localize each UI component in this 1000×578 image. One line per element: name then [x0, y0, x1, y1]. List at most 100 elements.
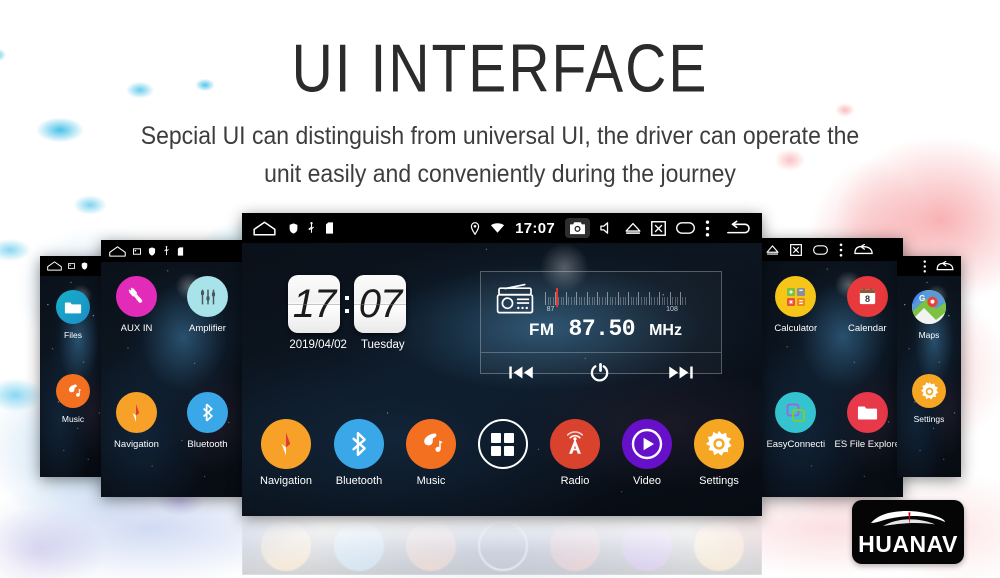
- app-label: Calculator: [774, 323, 818, 334]
- app-maps[interactable]: G Maps: [912, 290, 946, 340]
- page-title: UI INTERFACE: [291, 31, 709, 107]
- app-grid-near-left: AUX IN Amplifier Navigation Bluetooth: [101, 276, 243, 450]
- radio-band: FM: [529, 320, 555, 339]
- app-label: Files: [64, 330, 82, 340]
- gear-icon: [912, 374, 946, 408]
- app-label: Bluetooth: [335, 475, 383, 487]
- image-icon: [68, 263, 75, 269]
- clock-meta: 2019/04/02 Tuesday: [289, 339, 404, 351]
- status-time: 17:07: [515, 219, 555, 237]
- dock-app-radio[interactable]: Radio: [549, 419, 600, 487]
- radio-frequency: 87.50: [568, 316, 636, 342]
- brand-logo: HUANAV: [852, 500, 964, 564]
- radio-readout: FM 87.50 MHz: [493, 316, 721, 342]
- status-bar-main: 17:07: [242, 213, 762, 243]
- dock-app-video[interactable]: Video: [621, 419, 672, 487]
- image-icon: [133, 247, 141, 255]
- eject-icon[interactable]: [625, 222, 641, 235]
- app-music[interactable]: Music: [56, 374, 90, 424]
- radio-unit: MHz: [649, 322, 682, 339]
- back-arrow-icon[interactable]: [936, 260, 954, 272]
- screen-near-left[interactable]: AUX IN Amplifier Navigation Bluetooth: [101, 240, 243, 497]
- home-icon[interactable]: [109, 245, 126, 257]
- scale-numbers: 87 108: [545, 306, 707, 313]
- radio-widget[interactable]: 87 108 FM 87.50 MHz: [480, 271, 722, 381]
- app-easyconnect[interactable]: EasyConnecti: [766, 392, 825, 450]
- dock-app-music[interactable]: Music: [405, 419, 456, 487]
- clock-hours-card: 17: [288, 275, 340, 333]
- dock-app-bluetooth[interactable]: Bluetooth: [333, 419, 384, 487]
- app-settings[interactable]: Settings: [912, 374, 946, 424]
- app-calculator[interactable]: Calculator: [774, 276, 817, 334]
- back-arrow-icon[interactable]: [854, 243, 873, 256]
- screen-near-right[interactable]: Calculator 8 Calendar EasyConnecti ES Fi…: [760, 238, 903, 497]
- app-label: Settings: [699, 475, 739, 487]
- bluetooth-icon: [187, 392, 228, 433]
- sdcard-icon: [325, 222, 334, 234]
- screen-far-left[interactable]: Files Music: [40, 256, 106, 477]
- eject-icon[interactable]: [766, 244, 779, 255]
- home-icon[interactable]: [47, 261, 62, 271]
- logo-text: HUANAV: [858, 531, 958, 557]
- recents-icon[interactable]: [813, 244, 828, 255]
- app-navigation[interactable]: Navigation: [114, 392, 159, 450]
- power-icon[interactable]: [590, 362, 611, 383]
- next-track-icon[interactable]: [668, 365, 693, 380]
- dock-app-drawer[interactable]: [477, 419, 528, 475]
- app-es-file-explorer[interactable]: ES File Explore: [835, 392, 900, 450]
- app-drawer-icon: [477, 419, 528, 469]
- tuning-needle: [556, 288, 558, 307]
- shield-icon: [148, 246, 156, 256]
- app-label: EasyConnecti: [766, 439, 826, 450]
- radio-tower-icon: [549, 419, 600, 469]
- overflow-menu-icon[interactable]: [705, 219, 710, 237]
- overflow-menu-icon[interactable]: [923, 259, 927, 273]
- scale-ticks: [545, 289, 707, 305]
- close-box-icon[interactable]: [651, 220, 666, 236]
- page-subtitle-line-2: unit easily and conveniently during the …: [264, 158, 736, 188]
- mute-speaker-icon[interactable]: [600, 221, 615, 235]
- prev-track-icon[interactable]: [509, 365, 534, 380]
- screen-main[interactable]: 17:07 17 07 2019/04/02 Tuesday 87 108 FM…: [242, 213, 762, 516]
- clock-minutes: 07: [358, 281, 402, 326]
- usb-icon: [307, 222, 316, 234]
- close-box-icon[interactable]: [790, 243, 802, 256]
- app-grid-far-right: G Maps Settings: [897, 290, 961, 424]
- radio-tuning-scale[interactable]: 87 108: [545, 288, 707, 313]
- app-label: Video: [633, 475, 661, 487]
- sdcard-icon: [177, 246, 184, 256]
- app-files[interactable]: Files: [56, 290, 90, 340]
- home-icon[interactable]: [253, 221, 276, 236]
- recents-icon[interactable]: [676, 222, 695, 234]
- clock-date: 2019/04/02: [289, 339, 347, 351]
- easyconnect-icon: [775, 392, 817, 433]
- dock-app-settings[interactable]: Settings: [693, 419, 744, 487]
- shield-icon: [81, 262, 88, 270]
- calculator-icon: [775, 276, 817, 317]
- overflow-menu-icon[interactable]: [839, 242, 843, 257]
- app-bluetooth[interactable]: Bluetooth: [187, 392, 228, 450]
- compass-icon: [115, 392, 157, 433]
- dock-app-navigation[interactable]: Navigation: [260, 419, 312, 487]
- app-label: AUX IN: [120, 323, 153, 334]
- app-label: Music: [61, 414, 85, 424]
- status-bar-far-left: [40, 256, 106, 276]
- back-arrow-icon[interactable]: [726, 220, 752, 236]
- poster-canvas: UI INTERFACE Sepcial UI can distinguish …: [0, 0, 1000, 578]
- music-note-icon: [405, 419, 456, 469]
- app-label: Music: [416, 475, 446, 487]
- camera-icon[interactable]: [565, 218, 590, 238]
- wifi-icon: [490, 222, 505, 234]
- clock-widget[interactable]: 17 07 2019/04/02 Tuesday: [288, 275, 406, 351]
- app-aux-in[interactable]: AUX IN: [116, 276, 157, 334]
- header-block: UI INTERFACE Sepcial UI can distinguish …: [0, 0, 1000, 190]
- app-amplifier[interactable]: Amplifier: [187, 276, 228, 334]
- music-note-icon: [56, 374, 90, 408]
- scale-min: 87: [546, 306, 555, 313]
- app-calendar[interactable]: 8 Calendar: [846, 276, 888, 334]
- screen-far-right[interactable]: G Maps Settings: [897, 256, 961, 477]
- compass-icon: [260, 419, 311, 469]
- status-bar-near-right: [760, 238, 903, 261]
- app-label: Navigation: [114, 439, 159, 450]
- play-icon: [621, 419, 672, 469]
